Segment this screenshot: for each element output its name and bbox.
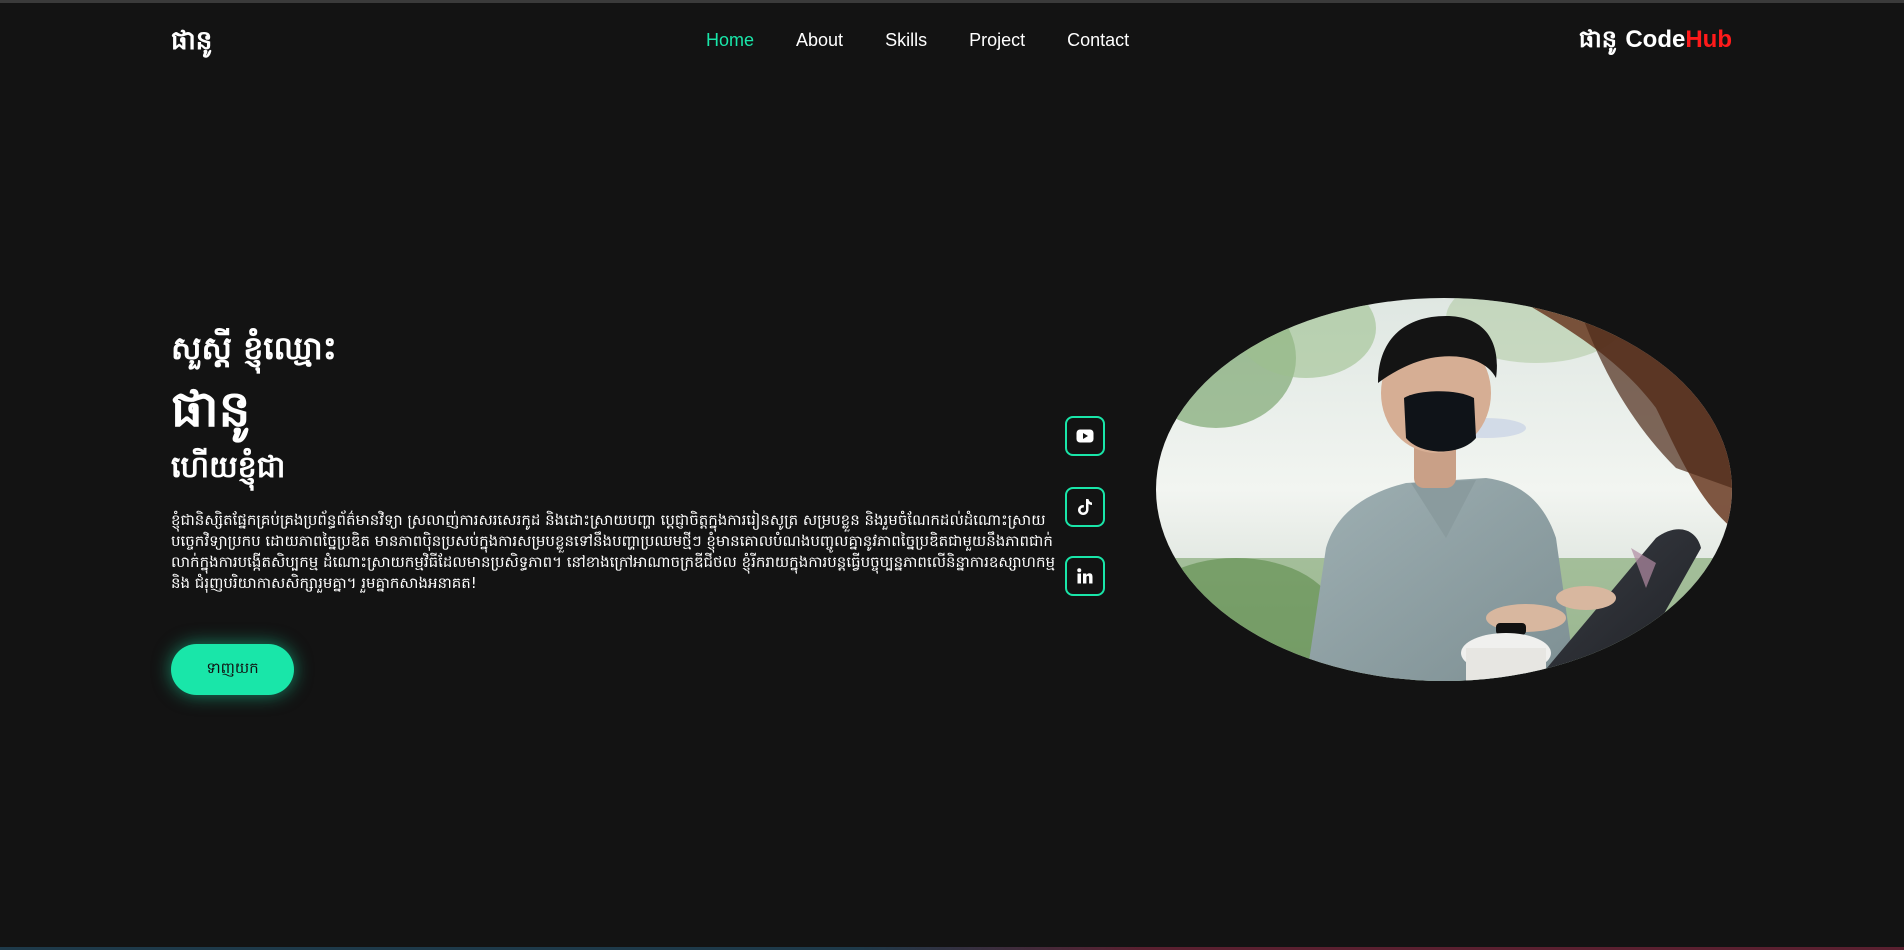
brand-hub: Hub — [1685, 26, 1732, 53]
nav-skills-link[interactable]: Skills — [885, 30, 927, 50]
nav-about-link[interactable]: About — [796, 30, 843, 50]
nav-home-link[interactable]: Home — [706, 30, 754, 50]
main-nav: Home About Skills Project Contact — [706, 30, 1171, 50]
nav-contact-link[interactable]: Contact — [1067, 30, 1129, 50]
header: ផានូ Home About Skills Project Contact ផ… — [0, 0, 1904, 80]
brand-code: Code — [1625, 26, 1686, 53]
hero-name: ផានូ — [171, 380, 251, 438]
download-button[interactable]: ទាញយក — [171, 644, 294, 695]
profile-photo-illustration — [1156, 298, 1732, 681]
hero-greeting: សួស្តី ខ្ញុំឈ្មោះ — [171, 329, 337, 367]
profile-photo — [1156, 298, 1732, 681]
brand-title: ផានូ CodeHub — [1579, 24, 1732, 59]
linkedin-icon — [1077, 568, 1093, 584]
brand-name: ផានូ — [1578, 25, 1617, 53]
nav-project-link[interactable]: Project — [969, 30, 1025, 50]
youtube-icon — [1076, 429, 1094, 443]
hero-bio: ខ្ញុំជានិស្សិតផ្នែកគ្រប់គ្រងប្រព័ន្ធព័ត៌… — [171, 511, 1055, 592]
youtube-button[interactable] — [1065, 416, 1105, 456]
linkedin-button[interactable] — [1065, 556, 1105, 596]
site-logo[interactable]: ផានូ — [171, 24, 212, 62]
hero-role-intro: ហើយខ្ញុំជា — [171, 450, 286, 485]
tiktok-button[interactable] — [1065, 487, 1105, 527]
tiktok-icon — [1078, 499, 1092, 515]
